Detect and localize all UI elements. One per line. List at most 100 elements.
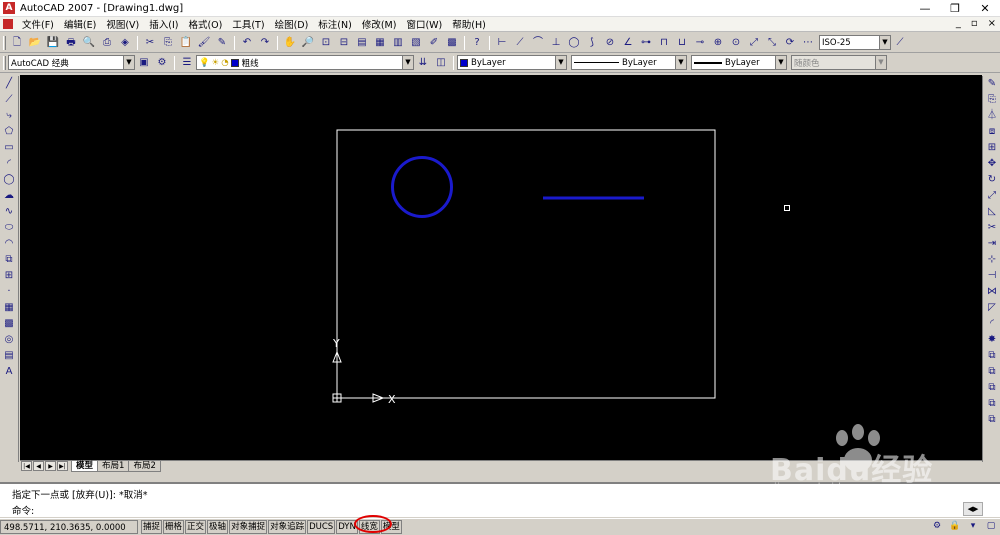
menu-window[interactable]: 窗口(W) <box>401 17 447 31</box>
tab-layout1[interactable]: 布局1 <box>97 461 130 472</box>
menu-help[interactable]: 帮助(H) <box>447 17 491 31</box>
continue-dim-icon[interactable]: ⊔ <box>674 35 690 51</box>
tool-palettes-icon[interactable]: ▥ <box>390 35 406 51</box>
dimstyle-combo[interactable]: ISO-25 ▼ <box>819 35 891 50</box>
save-icon[interactable]: 💾 <box>45 35 61 51</box>
rotate-icon[interactable]: ↻ <box>983 172 1000 188</box>
arc-icon[interactable]: ◜ <box>0 156 18 172</box>
circle-icon[interactable]: ◯ <box>0 172 18 188</box>
last-tab-button[interactable]: ▶| <box>57 461 68 471</box>
open-icon[interactable]: 📂 <box>27 35 43 51</box>
array-icon[interactable]: ⊞ <box>983 140 1000 156</box>
otrack-toggle[interactable]: 对象追踪 <box>268 519 307 534</box>
diameter-dim-icon[interactable]: ⊘ <box>602 35 618 51</box>
workspace-settings-icon[interactable]: ▣ <box>136 55 152 71</box>
model-space[interactable]: Y X <box>20 75 982 461</box>
prev-tab-button[interactable]: ◀ <box>33 461 44 471</box>
restore-button[interactable]: ❐ <box>940 0 970 17</box>
insert-block-icon[interactable]: ⧉ <box>0 252 18 268</box>
ortho-toggle[interactable]: 正交 <box>185 519 207 534</box>
polygon-icon[interactable]: ⬠ <box>0 124 18 140</box>
workspace-save-icon[interactable]: ⚙ <box>154 55 170 71</box>
mirror-icon[interactable]: ⏃ <box>983 108 1000 124</box>
menu-dimension[interactable]: 标注(N) <box>313 17 357 31</box>
layer-manager-icon[interactable]: ☰ <box>179 55 195 71</box>
block-editor-icon[interactable]: ✎ <box>214 35 230 51</box>
toolbar-grip[interactable] <box>3 35 6 50</box>
revcloud-icon[interactable]: ☁ <box>0 188 18 204</box>
linetype-dropdown-arrow[interactable]: ▼ <box>675 56 686 69</box>
menu-file[interactable]: 文件(F) <box>17 17 59 31</box>
center-mark-icon[interactable]: ⊙ <box>728 35 744 51</box>
aligned-dim-icon[interactable]: ⟋ <box>512 35 528 51</box>
jogged-dim-icon[interactable]: ⟆ <box>584 35 600 51</box>
menu-format[interactable]: 格式(O) <box>183 17 227 31</box>
arc-dim-icon[interactable]: ⌒ <box>530 35 546 51</box>
polar-toggle[interactable]: 极轴 <box>207 519 229 534</box>
print-icon[interactable]: 🖶 <box>63 35 79 51</box>
construction-line-icon[interactable]: ⟋ <box>0 92 18 108</box>
toolbar-grip[interactable] <box>3 55 6 70</box>
dim-edit-icon[interactable]: ⤢ <box>746 35 762 51</box>
autocad-app-icon[interactable]: A <box>3 2 15 14</box>
drawing-boundary-rect[interactable] <box>336 129 716 399</box>
close-button[interactable]: ✕ <box>970 0 1000 17</box>
layer-previous-icon[interactable]: ◫ <box>433 55 449 71</box>
command-prompt[interactable]: 命令: <box>12 503 34 517</box>
doc-minimize-button[interactable]: _ <box>956 18 961 29</box>
menu-edit[interactable]: 编辑(E) <box>59 17 101 31</box>
draworder-under-icon[interactable]: ⧉ <box>983 396 1000 412</box>
polyline-icon[interactable]: ⤷ <box>0 108 18 124</box>
doc-close-button[interactable]: × <box>988 18 996 29</box>
move-icon[interactable]: ✥ <box>983 156 1000 172</box>
zoom-realtime-icon[interactable]: 🔎 <box>300 35 316 51</box>
minimize-button[interactable]: — <box>910 0 940 17</box>
dimstyle-dropdown-arrow[interactable]: ▼ <box>879 36 890 49</box>
make-object-layer-current-icon[interactable]: ⇊ <box>415 55 431 71</box>
lineweight-combo[interactable]: ByLayer ▼ <box>691 55 787 70</box>
leader-icon[interactable]: ⊸ <box>692 35 708 51</box>
radius-dim-icon[interactable]: ◯ <box>566 35 582 51</box>
drawn-circle[interactable] <box>391 156 453 218</box>
grid-toggle[interactable]: 栅格 <box>163 519 185 534</box>
match-prop-icon[interactable]: 🖌 <box>196 35 212 51</box>
linear-dim-icon[interactable]: ⊢ <box>494 35 510 51</box>
copy-object-icon[interactable]: ⎘ <box>983 92 1000 108</box>
erase-icon[interactable]: ✎ <box>983 76 1000 92</box>
doc-restore-button[interactable]: ▫ <box>971 18 978 29</box>
zoom-previous-icon[interactable]: ⊟ <box>336 35 352 51</box>
draworder-front-icon[interactable]: ⧉ <box>983 348 1000 364</box>
snap-toggle[interactable]: 捕捉 <box>141 519 163 534</box>
dimstyle-icon[interactable]: ⋯ <box>800 35 816 51</box>
undo-icon[interactable]: ↶ <box>239 35 255 51</box>
spline-icon[interactable]: ∿ <box>0 204 18 220</box>
point-icon[interactable]: · <box>0 284 18 300</box>
layer-dropdown-arrow[interactable]: ▼ <box>402 56 413 69</box>
offset-icon[interactable]: ⧈ <box>983 124 1000 140</box>
join-icon[interactable]: ⋈ <box>983 284 1000 300</box>
extend-icon[interactable]: ⇥ <box>983 236 1000 252</box>
quick-dim-icon[interactable]: ⊶ <box>638 35 654 51</box>
ellipse-icon[interactable]: ⬭ <box>0 220 18 236</box>
draworder-above-icon[interactable]: ⧉ <box>983 380 1000 396</box>
ordinate-dim-icon[interactable]: ⊥ <box>548 35 564 51</box>
quickcalc-icon[interactable]: ▩ <box>444 35 460 51</box>
workspace-combo[interactable]: AutoCAD 经典 ▼ <box>8 55 135 70</box>
osnap-toggle[interactable]: 对象捕捉 <box>229 519 268 534</box>
make-block-icon[interactable]: ⊞ <box>0 268 18 284</box>
color-dropdown-arrow[interactable]: ▼ <box>555 56 566 69</box>
tab-model[interactable]: 模型 <box>71 461 99 472</box>
3d-dwf-icon[interactable]: ◈ <box>117 35 133 51</box>
scale-icon[interactable]: ⤢ <box>983 188 1000 204</box>
explode-icon[interactable]: ✸ <box>983 332 1000 348</box>
angular-dim-icon[interactable]: ∠ <box>620 35 636 51</box>
new-icon[interactable]: 🗋 <box>9 35 25 51</box>
trim-icon[interactable]: ✂ <box>983 220 1000 236</box>
communication-center-icon[interactable]: ⚙ <box>931 520 943 532</box>
command-scroll-button[interactable]: ◀▶ <box>963 502 983 516</box>
gradient-icon[interactable]: ▩ <box>0 316 18 332</box>
properties-icon[interactable]: ▤ <box>354 35 370 51</box>
dim-update-icon[interactable]: ⟳ <box>782 35 798 51</box>
dimtext-edit-icon[interactable]: ⤡ <box>764 35 780 51</box>
ducs-toggle[interactable]: DUCS <box>307 519 336 534</box>
